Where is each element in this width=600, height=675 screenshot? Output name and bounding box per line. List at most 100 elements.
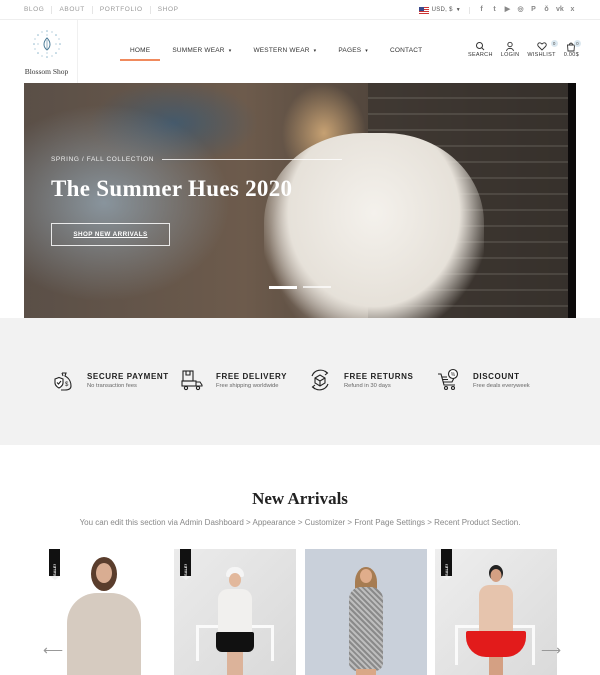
xing-icon[interactable]: x	[569, 5, 576, 15]
product-card[interactable]: SALE!	[435, 549, 557, 675]
feature-discount: % DISCOUNT Free deals everyweek	[437, 368, 530, 392]
twitter-icon[interactable]: t	[491, 5, 498, 15]
feature-secure-payment: $ SECURE PAYMENT No transaction fees	[51, 368, 169, 392]
product-carousel: SALE! SALE! SALE!	[43, 549, 557, 675]
search-icon	[476, 42, 485, 51]
slider-pagination	[269, 286, 331, 289]
odnoklassniki-icon[interactable]: ǒ	[543, 5, 550, 15]
user-icon	[506, 41, 514, 52]
delivery-truck-icon	[181, 370, 203, 391]
top-link-shop[interactable]: SHOP	[149, 6, 186, 14]
product-image-sweater	[67, 593, 141, 675]
carousel-prev-arrow[interactable]: ⟵	[43, 643, 63, 657]
header-actions: SEARCH LOGIN 0 WISHLIST 0 0.00$	[468, 40, 581, 58]
vk-icon[interactable]: vk	[556, 5, 564, 15]
feature-title: FREE DELIVERY	[216, 371, 288, 381]
product-image-skirt	[216, 632, 254, 652]
shop-new-arrivals-button[interactable]: SHOP NEW ARRIVALS	[51, 223, 170, 246]
svg-text:$: $	[65, 382, 69, 388]
nav-pages-label: PAGES	[338, 47, 362, 54]
carousel-next-arrow[interactable]: ⟶	[541, 643, 561, 657]
top-right: USD, $ ▼ f t ▶ ◎ P ǒ vk x	[418, 5, 576, 15]
feature-free-delivery: FREE DELIVERY Free shipping worldwide	[180, 368, 287, 392]
facebook-icon[interactable]: f	[478, 5, 485, 15]
slide-dot-1[interactable]	[269, 286, 297, 289]
product-image-dress	[349, 587, 383, 671]
nav-summer-wear-label: SUMMER WEAR	[172, 47, 225, 54]
nav-pages[interactable]: PAGES ▾	[338, 47, 368, 54]
wishlist-button[interactable]: 0 WISHLIST	[527, 40, 558, 58]
heart-icon	[536, 42, 547, 51]
lotus-logo-icon	[32, 30, 61, 58]
wishlist-label: WISHLIST	[527, 52, 556, 58]
top-nav: BLOG ABOUT PORTFOLIO SHOP	[24, 6, 186, 14]
main-nav: HOME SUMMER WEAR ▾ WESTERN WEAR ▾ PAGES ▾ C…	[119, 47, 444, 61]
product-image-face	[490, 569, 502, 582]
nav-contact-label: CONTACT	[390, 47, 423, 54]
instagram-icon[interactable]: ◎	[517, 5, 524, 15]
product-image-skirt	[466, 631, 526, 657]
wishlist-count-badge: 0	[550, 40, 558, 47]
product-image-top	[479, 585, 513, 633]
site-header: Blossom Shop HOME SUMMER WEAR ▾ WESTERN W…	[0, 20, 600, 83]
feature-subtitle: Free deals everyweek	[473, 382, 530, 389]
product-image-face	[96, 563, 112, 583]
youtube-icon[interactable]: ▶	[504, 5, 511, 15]
discount-cart-icon: %	[438, 368, 459, 391]
feature-free-returns: FREE RETURNS Refund in 30 days	[308, 368, 413, 392]
new-arrivals-heading: New Arrivals	[252, 489, 348, 508]
hero-divider	[162, 159, 342, 160]
features-band: $ SECURE PAYMENT No transaction fees FRE…	[0, 318, 600, 445]
nav-home[interactable]: HOME	[119, 47, 161, 61]
search-label: SEARCH	[468, 52, 493, 58]
nav-contact[interactable]: CONTACT	[390, 47, 422, 54]
us-flag-icon	[418, 6, 429, 14]
product-image-legs	[227, 652, 243, 675]
feature-subtitle: Refund in 30 days	[344, 382, 391, 389]
nav-home-label: HOME	[130, 47, 151, 54]
chevron-down-icon: ▾	[313, 48, 317, 54]
top-link-portfolio[interactable]: PORTFOLIO	[91, 6, 150, 14]
search-button[interactable]: SEARCH	[468, 41, 493, 58]
hero-edge	[568, 83, 576, 318]
product-image-top	[218, 589, 252, 633]
product-image-legs	[489, 657, 503, 675]
money-bag-shield-icon: $	[54, 372, 72, 391]
chevron-down-icon: ▾	[365, 48, 369, 54]
nav-western-wear[interactable]: WESTERN WEAR ▾	[253, 47, 316, 54]
cart-button[interactable]: 0 0.00$	[563, 40, 581, 58]
slide-dot-2[interactable]	[303, 286, 331, 288]
caret-down-icon: ▼	[455, 7, 461, 13]
return-box-icon	[311, 369, 329, 391]
hero-model-image	[264, 133, 484, 318]
product-image-legs	[356, 669, 376, 675]
login-label: LOGIN	[500, 52, 520, 58]
top-link-blog[interactable]: BLOG	[24, 6, 51, 14]
sale-badge: SALE!	[180, 549, 191, 576]
feature-title: DISCOUNT	[473, 371, 520, 381]
currency-label: USD, $	[431, 7, 453, 13]
product-image-face	[360, 569, 372, 583]
feature-subtitle: No transaction fees	[87, 382, 137, 389]
logo[interactable]: Blossom Shop	[16, 20, 78, 83]
pinterest-icon[interactable]: P	[530, 5, 537, 15]
product-image-face	[229, 573, 241, 587]
social-links: f t ▶ ◎ P ǒ vk x	[478, 5, 576, 15]
login-button[interactable]: LOGIN	[501, 41, 520, 58]
product-card[interactable]: SALE!	[174, 549, 296, 675]
cart-total: 0.00$	[563, 52, 579, 58]
top-bar: BLOG ABOUT PORTFOLIO SHOP USD, $ ▼ f t ▶…	[0, 0, 600, 20]
currency-selector[interactable]: USD, $ ▼	[418, 6, 470, 14]
top-link-about[interactable]: ABOUT	[51, 6, 91, 14]
hero-title: The Summer Hues 2020	[51, 176, 293, 201]
product-card[interactable]	[305, 549, 427, 675]
chevron-down-icon: ▾	[228, 48, 232, 54]
nav-western-wear-label: WESTERN WEAR	[253, 47, 310, 54]
feature-title: SECURE PAYMENT	[87, 371, 169, 381]
feature-subtitle: Free shipping worldwide	[216, 382, 279, 389]
sale-badge: SALE!	[441, 549, 452, 576]
hero-slider: SPRING / FALL COLLECTION The Summer Hues…	[24, 83, 576, 318]
svg-text:%: %	[451, 372, 456, 378]
feature-title: FREE RETURNS	[344, 371, 414, 381]
nav-summer-wear[interactable]: SUMMER WEAR ▾	[172, 47, 231, 54]
